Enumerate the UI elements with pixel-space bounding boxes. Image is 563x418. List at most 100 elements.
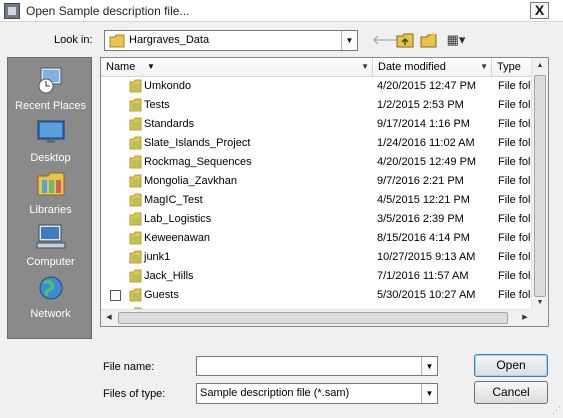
- folder-icon: [129, 193, 142, 207]
- chevron-down-icon[interactable]: ▼: [361, 58, 369, 76]
- place-desktop[interactable]: Desktop: [8, 118, 93, 164]
- look-in-dropdown[interactable]: Hargraves_Data ▼: [104, 30, 358, 51]
- row-checkbox[interactable]: [110, 290, 121, 301]
- scroll-thumb[interactable]: [118, 312, 508, 324]
- vertical-scrollbar[interactable]: ▲ ▼: [531, 58, 548, 311]
- list-item[interactable]: Umkondo 4/20/2015 12:47 PM File fol: [101, 77, 531, 96]
- chevron-down-icon[interactable]: ▼: [480, 58, 488, 76]
- place-label: Recent Places: [15, 100, 86, 112]
- column-header-name-label: Name: [106, 61, 136, 73]
- item-type: File fol: [498, 270, 531, 282]
- item-name: MagIC_Test: [144, 194, 203, 206]
- place-libraries[interactable]: Libraries: [8, 170, 93, 216]
- chevron-down-icon[interactable]: ▼: [341, 31, 357, 50]
- item-date: 9/17/2014 1:16 PM: [377, 118, 470, 130]
- title-bar: Open Sample description file... X: [0, 0, 563, 22]
- new-folder-icon[interactable]: [420, 30, 438, 50]
- file-type-dropdown[interactable]: Sample description file (*.sam) ▼: [196, 383, 438, 404]
- column-header-type[interactable]: Type: [492, 58, 532, 77]
- sort-indicator-icon: ▼: [147, 62, 155, 71]
- folder-icon: [129, 174, 142, 188]
- folder-icon: [129, 212, 142, 226]
- window-title: Open Sample description file...: [26, 4, 190, 18]
- item-date: 4/20/2015 12:49 PM: [377, 156, 477, 168]
- file-name-input[interactable]: ▼: [196, 356, 438, 376]
- column-header-date[interactable]: Date modified ▼: [373, 58, 492, 77]
- list-item[interactable]: Mongolia_Zavkhan 9/7/2016 2:21 PM File fol: [101, 172, 531, 191]
- item-date: 10/27/2015 9:13 AM: [377, 251, 476, 263]
- folder-icon: [129, 155, 142, 169]
- folder-icon: [129, 98, 142, 112]
- horizontal-scrollbar[interactable]: ◀ ▶: [101, 309, 533, 326]
- item-date: 5/30/2015 10:27 AM: [377, 289, 476, 301]
- look-in-value: Hargraves_Data: [129, 34, 210, 46]
- place-label: Computer: [26, 256, 75, 268]
- desktop-icon: [37, 120, 64, 143]
- list-item[interactable]: Guests 5/30/2015 10:27 AM File fol: [101, 286, 531, 305]
- view-menu-icon[interactable]: ▦▾: [443, 30, 469, 50]
- app-icon: [4, 3, 20, 19]
- folder-icon: [109, 34, 125, 48]
- item-type: File fol: [498, 118, 531, 130]
- item-date: 7/1/2016 11:57 AM: [377, 270, 469, 282]
- file-list[interactable]: Name ▼ ▼ Date modified ▼ Type Umkondo 4/2…: [100, 57, 549, 327]
- recent-places-icon: [38, 67, 61, 94]
- column-header-name[interactable]: Name ▼ ▼: [101, 58, 373, 77]
- scroll-thumb[interactable]: [534, 75, 546, 297]
- item-type: File fol: [498, 251, 531, 263]
- item-name: Umkondo: [144, 80, 192, 92]
- item-name: Lab_Logistics: [144, 213, 212, 225]
- folder-icon: [129, 117, 142, 131]
- scroll-left-icon[interactable]: ◀: [101, 310, 117, 326]
- place-label: Desktop: [30, 152, 71, 164]
- place-label: Network: [30, 308, 71, 320]
- item-name: Mongolia_Zavkhan: [144, 175, 237, 187]
- place-computer[interactable]: Computer: [8, 222, 93, 268]
- list-item[interactable]: junk1 10/27/2015 9:13 AM File fol: [101, 248, 531, 267]
- scroll-corner: [531, 309, 548, 326]
- item-date: 1/24/2016 11:02 AM: [377, 137, 475, 149]
- list-item[interactable]: MagIC_Test 4/5/2015 12:21 PM File fol: [101, 191, 531, 210]
- folder-icon: [129, 231, 142, 245]
- scroll-up-icon[interactable]: ▲: [532, 58, 548, 74]
- close-button[interactable]: X: [530, 2, 549, 19]
- item-name: Standards: [144, 118, 195, 130]
- file-type-value: Sample description file (*.sam): [200, 387, 350, 399]
- list-item[interactable]: Keweenawan 8/15/2016 4:14 PM File fol: [101, 229, 531, 248]
- chevron-down-icon[interactable]: ▼: [421, 357, 437, 375]
- item-date: 8/15/2016 4:14 PM: [377, 232, 470, 244]
- resize-grip-icon[interactable]: ⋰: [552, 405, 561, 416]
- list-item[interactable]: Rockmag_Sequences 4/20/2015 12:49 PM File …: [101, 153, 531, 172]
- item-date: 3/5/2016 2:39 PM: [377, 213, 464, 225]
- places-bar: Recent Places Desktop Libraries Computer: [7, 57, 92, 339]
- place-recent-places[interactable]: Recent Places: [8, 66, 93, 112]
- folder-icon: [129, 288, 142, 302]
- item-name: Jack_Hills: [144, 270, 194, 282]
- list-item[interactable]: Tests 1/2/2015 2:53 PM File fol: [101, 96, 531, 115]
- up-folder-icon[interactable]: [396, 30, 414, 50]
- cancel-button[interactable]: Cancel: [474, 381, 548, 404]
- column-header-date-label: Date modified: [378, 61, 446, 73]
- list-item[interactable]: Jack_Hills 7/1/2016 11:57 AM File fol: [101, 267, 531, 286]
- list-rows: Umkondo 4/20/2015 12:47 PM File fol Tests 1/…: [101, 77, 531, 326]
- list-item[interactable]: Standards 9/17/2014 1:16 PM File fol: [101, 115, 531, 134]
- list-item[interactable]: Slate_Islands_Project 1/24/2016 11:02 AM F…: [101, 134, 531, 153]
- libraries-icon: [37, 172, 64, 196]
- item-type: File fol: [498, 289, 531, 301]
- place-network[interactable]: Network: [8, 274, 93, 320]
- network-icon: [39, 276, 62, 300]
- file-name-label: File name:: [103, 361, 155, 373]
- item-name: Tests: [144, 99, 170, 111]
- item-type: File fol: [498, 80, 531, 92]
- list-header: Name ▼ ▼ Date modified ▼ Type: [101, 58, 532, 77]
- back-icon[interactable]: 🡐: [372, 30, 407, 50]
- folder-icon: [129, 136, 142, 150]
- item-date: 4/5/2015 12:21 PM: [377, 194, 470, 206]
- folder-icon: [129, 269, 142, 283]
- item-date: 1/2/2015 2:53 PM: [377, 99, 464, 111]
- chevron-down-icon[interactable]: ▼: [421, 384, 437, 403]
- open-button[interactable]: Open: [474, 354, 548, 377]
- item-type: File fol: [498, 213, 531, 225]
- look-in-label: Look in:: [54, 34, 93, 46]
- list-item[interactable]: Lab_Logistics 3/5/2016 2:39 PM File fol: [101, 210, 531, 229]
